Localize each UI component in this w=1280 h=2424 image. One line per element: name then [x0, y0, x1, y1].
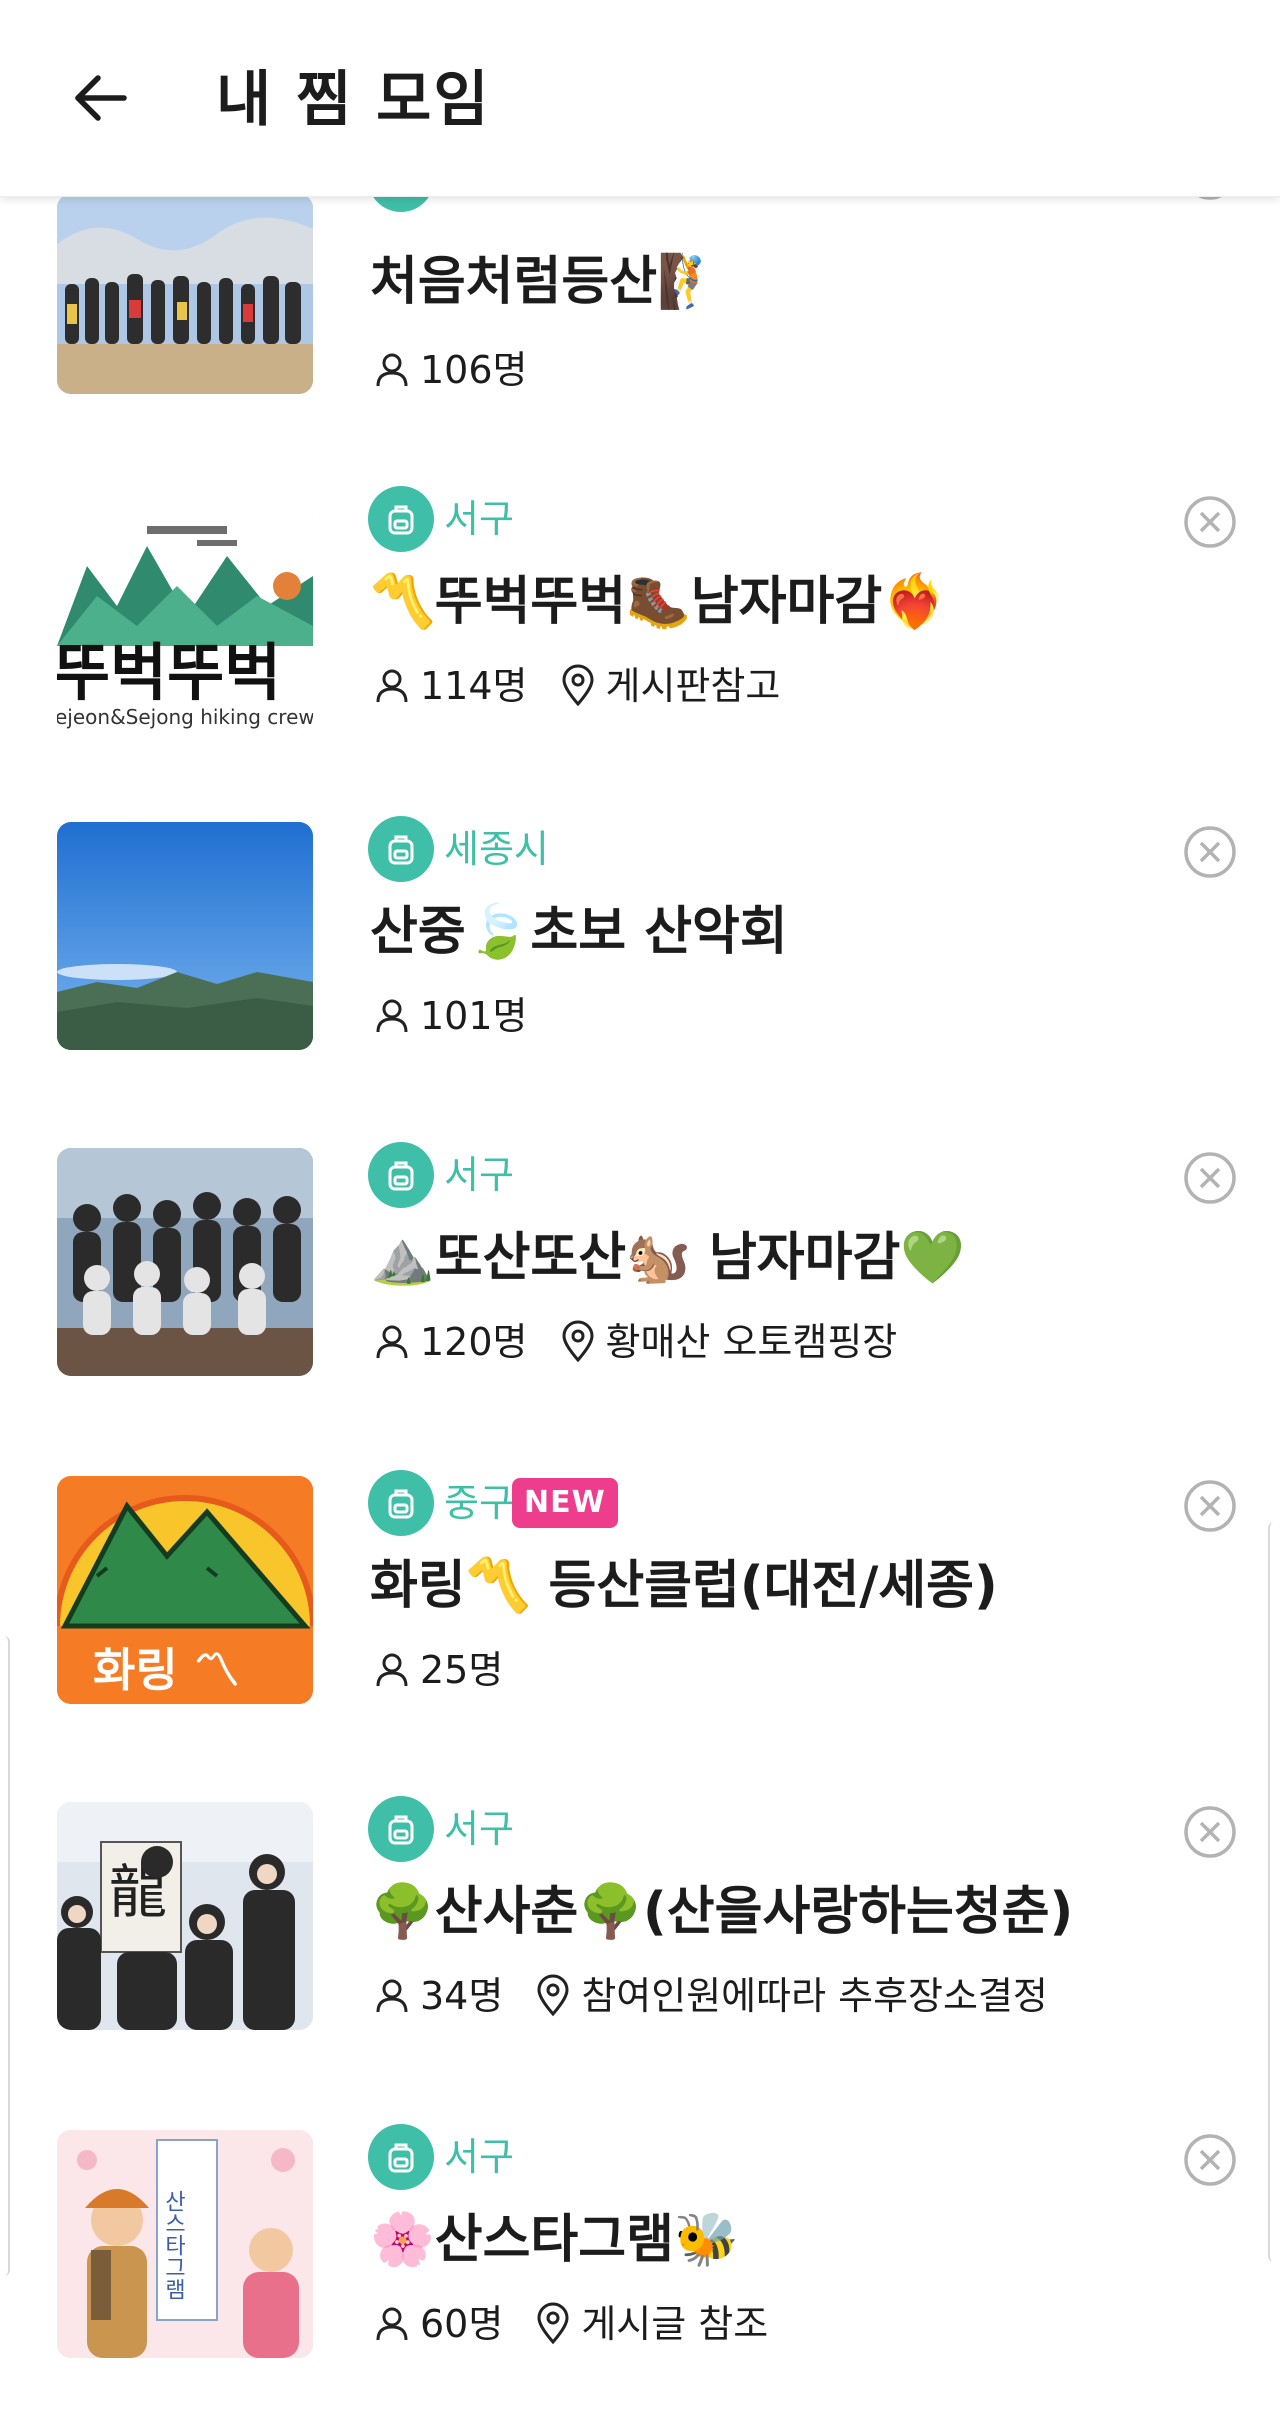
- list-item[interactable]: 뚜벅뚜벅 ejeon&Sejong hiking crew 서구 〽️뚜벅뚜벅🥾…: [0, 486, 1280, 786]
- group-region: 중구: [444, 1481, 514, 1525]
- person-icon: [370, 1320, 414, 1364]
- group-thumbnail: [57, 822, 313, 1050]
- group-region: 서구: [444, 1153, 514, 1197]
- list-item[interactable]: 서구 처음처럼등산🧗 106명: [0, 146, 1280, 466]
- remove-favorite-button[interactable]: [1182, 824, 1238, 880]
- group-title: 〽️뚜벅뚜벅🥾남자마감❤️‍🔥: [370, 572, 947, 632]
- backpack-icon: [368, 816, 434, 882]
- list-item[interactable]: 龍 서구 🌳산사춘🌳(산을사랑하는청춘) 34명 참여인원에따라 추후장소결정: [0, 1796, 1280, 2096]
- group-meta: 106명: [370, 340, 556, 400]
- group-title: 화링〽️ 등산클럽(대전/세종): [370, 1556, 998, 1616]
- group-meta: 120명 황매산 오토캠핑장: [370, 1312, 897, 1372]
- meeting-location: 게시판참고: [605, 664, 781, 708]
- member-count: 120명: [420, 1320, 528, 1364]
- backpack-icon: [368, 486, 434, 552]
- app-header: 내 찜 모임: [0, 0, 1280, 197]
- group-region: 세종시: [444, 827, 549, 871]
- map-pin-icon: [556, 1320, 600, 1364]
- member-count: 114명: [420, 664, 528, 708]
- backpack-icon: [368, 1796, 434, 1862]
- scroll-edge-indicator: [0, 1636, 10, 2276]
- thumb-text: 산스타그램: [161, 2190, 186, 2300]
- meeting-location: 참여인원에따라 추후장소결정: [581, 1974, 1048, 2018]
- remove-favorite-button[interactable]: [1182, 1478, 1238, 1534]
- meeting-location: 황매산 오토캠핑장: [605, 1320, 898, 1364]
- remove-favorite-button[interactable]: [1182, 1804, 1238, 1860]
- group-region: 서구: [444, 497, 514, 541]
- group-title: 🌳산사춘🌳(산을사랑하는청춘): [370, 1882, 1074, 1942]
- list-item[interactable]: 화링 〽 중구 NEW 화링〽️ 등산클럽(대전/세종) 25명: [0, 1470, 1280, 1770]
- group-thumbnail: 龍: [57, 1802, 313, 2030]
- person-icon: [370, 348, 414, 392]
- list-item[interactable]: 세종시 산중🍃초보 산악회 101명: [0, 816, 1280, 1116]
- group-list: 서구 처음처럼등산🧗 106명 뚜벅뚜벅 ejeon&Sejong hiki: [0, 0, 1280, 2395]
- group-thumbnail: 산스타그램: [57, 2130, 313, 2358]
- group-meta: 114명 게시판참고: [370, 656, 780, 716]
- group-meta: 34명 참여인원에따라 추후장소결정: [370, 1966, 1048, 2026]
- thumb-text: 화링 〽: [93, 1643, 240, 1697]
- group-title: ⛰️또산또산🐿️ 남자마감💚: [370, 1228, 966, 1288]
- new-badge: NEW: [512, 1478, 618, 1528]
- person-icon: [370, 994, 414, 1038]
- map-pin-icon: [531, 2302, 575, 2346]
- group-thumbnail: [57, 1148, 313, 1376]
- member-count: 106명: [420, 348, 528, 392]
- meeting-location: 게시글 참조: [581, 2302, 769, 2346]
- backpack-icon: [368, 2124, 434, 2190]
- member-count: 101명: [420, 994, 528, 1038]
- page-title: 내 찜 모임: [216, 65, 491, 135]
- group-region: 서구: [444, 2135, 514, 2179]
- map-pin-icon: [531, 1974, 575, 2018]
- map-pin-icon: [556, 664, 600, 708]
- thumb-subtext: ejeon&Sejong hiking crew: [57, 705, 313, 729]
- remove-favorite-button[interactable]: [1182, 494, 1238, 550]
- list-item[interactable]: 산스타그램 서구 🌸산스타그램🐝 60명 게시글 참조: [0, 2124, 1280, 2424]
- member-count: 25명: [420, 1648, 504, 1692]
- person-icon: [370, 2302, 414, 2346]
- group-region: 서구: [444, 1807, 514, 1851]
- thumb-text: 뚜벅뚜벅: [57, 636, 281, 709]
- member-count: 60명: [420, 2302, 504, 2346]
- list-item[interactable]: 서구 ⛰️또산또산🐿️ 남자마감💚 120명 황매산 오토캠핑장: [0, 1142, 1280, 1442]
- remove-favorite-button[interactable]: [1182, 1150, 1238, 1206]
- group-meta: 25명: [370, 1640, 531, 1700]
- person-icon: [370, 1648, 414, 1692]
- group-meta: 101명: [370, 986, 556, 1046]
- group-thumbnail: 뚜벅뚜벅 ejeon&Sejong hiking crew: [57, 506, 313, 734]
- backpack-icon: [368, 1470, 434, 1536]
- group-thumbnail: 화링 〽: [57, 1476, 313, 1704]
- group-title: 🌸산스타그램🐝: [370, 2210, 739, 2270]
- scrollbar[interactable]: [1268, 1522, 1280, 2262]
- member-count: 34명: [420, 1974, 504, 2018]
- person-icon: [370, 1974, 414, 2018]
- group-title: 산중🍃초보 산악회: [370, 902, 788, 962]
- person-icon: [370, 664, 414, 708]
- group-meta: 60명 게시글 참조: [370, 2294, 768, 2354]
- group-title: 처음처럼등산🧗: [370, 252, 722, 312]
- remove-favorite-button[interactable]: [1182, 2132, 1238, 2188]
- backpack-icon: [368, 1142, 434, 1208]
- back-button[interactable]: [58, 56, 142, 140]
- arrow-left-icon: [75, 75, 127, 121]
- group-thumbnail: [57, 194, 313, 394]
